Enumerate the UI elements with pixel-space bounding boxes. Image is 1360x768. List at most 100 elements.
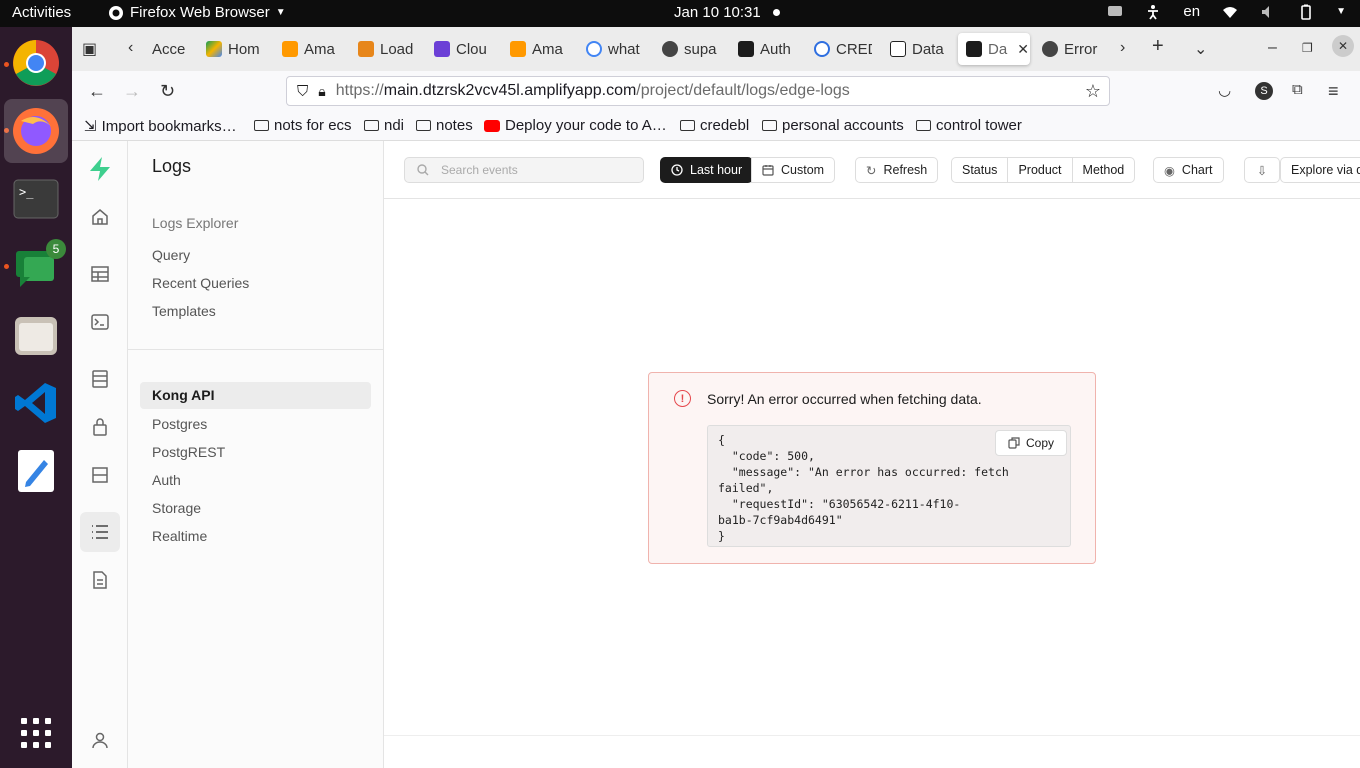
refresh-icon: ↻ bbox=[866, 163, 877, 178]
folder-icon bbox=[762, 120, 777, 131]
browser-tab[interactable]: Clou bbox=[434, 33, 492, 65]
menu-icon[interactable]: ≡ bbox=[1328, 81, 1339, 102]
sidebar-item-query[interactable]: Query bbox=[152, 247, 190, 263]
icon-rail bbox=[72, 141, 128, 768]
extensions-icon[interactable]: ⧉ bbox=[1292, 81, 1303, 98]
clock[interactable]: Jan 10 10:31 bbox=[674, 4, 780, 21]
chrome-launcher[interactable] bbox=[4, 31, 68, 95]
sidebar-item-recent-queries[interactable]: Recent Queries bbox=[152, 275, 249, 291]
filter-status-button[interactable]: Status bbox=[952, 158, 1009, 182]
download-button[interactable]: ⇩ bbox=[1244, 157, 1280, 183]
browser-tab-active[interactable]: Da ✕ bbox=[958, 33, 1030, 65]
maximize-icon[interactable]: ❐ bbox=[1302, 41, 1313, 55]
search-input[interactable]: Search events bbox=[404, 157, 644, 183]
bookmark-folder[interactable]: control tower bbox=[916, 117, 1022, 134]
browser-tab[interactable]: Auth bbox=[738, 33, 796, 65]
bookmark-folder[interactable]: notes bbox=[416, 117, 473, 134]
bookmark-item[interactable]: Deploy your code to A… bbox=[484, 117, 667, 134]
supabase-logo[interactable] bbox=[80, 149, 120, 189]
app-grid-button[interactable] bbox=[4, 701, 68, 765]
auth-nav[interactable] bbox=[80, 407, 120, 447]
minimize-icon[interactable]: – bbox=[1268, 39, 1277, 57]
bookmark-folder[interactable]: ndi bbox=[364, 117, 404, 134]
browser-tab[interactable]: Ama bbox=[282, 33, 340, 65]
bookmark-folder[interactable]: personal accounts bbox=[762, 117, 904, 134]
browser-tab[interactable]: Ama bbox=[510, 33, 568, 65]
new-tab-icon[interactable]: + bbox=[1152, 35, 1164, 58]
close-tab-icon[interactable]: ✕ bbox=[1017, 41, 1029, 58]
files-icon bbox=[15, 317, 57, 355]
browser-tab[interactable]: Hom bbox=[206, 33, 264, 65]
bookmark-folder[interactable]: credebl bbox=[680, 117, 749, 134]
archive-icon bbox=[92, 467, 108, 483]
vscode-launcher[interactable] bbox=[4, 371, 68, 435]
filter-product-button[interactable]: Product bbox=[1008, 158, 1073, 182]
firefox-icon bbox=[109, 5, 123, 20]
text-editor-launcher[interactable] bbox=[4, 439, 68, 503]
sidebar-item-storage[interactable]: Storage bbox=[152, 500, 201, 516]
browser-tab[interactable]: CRED bbox=[814, 33, 872, 65]
bookmark-item[interactable]: ⇲ Import bookmarks… bbox=[84, 117, 237, 136]
youtube-icon bbox=[484, 119, 500, 132]
last-hour-button[interactable]: Last hour bbox=[660, 157, 754, 183]
browser-tab[interactable]: Acce bbox=[152, 33, 196, 65]
sidebar-item-kong-api[interactable]: Kong API bbox=[140, 382, 371, 409]
list-icon bbox=[92, 525, 108, 539]
storage-nav[interactable] bbox=[80, 455, 120, 495]
google-chat-launcher[interactable]: 5 bbox=[4, 235, 68, 299]
firefox-launcher[interactable] bbox=[4, 99, 68, 163]
home-nav[interactable] bbox=[80, 197, 120, 237]
explore-via-query-button[interactable]: Explore via q bbox=[1280, 157, 1360, 183]
browser-tab[interactable]: Load bbox=[358, 33, 416, 65]
cloud-download-icon: ⇩ bbox=[1256, 163, 1268, 178]
system-top-bar: Activities Firefox Web Browser ▼ Jan 10 … bbox=[0, 0, 1360, 27]
sidebar-item-realtime[interactable]: Realtime bbox=[152, 528, 207, 544]
back-icon[interactable]: ← bbox=[88, 81, 106, 102]
account-nav[interactable] bbox=[80, 720, 120, 760]
search-icon bbox=[417, 164, 429, 176]
reload-icon[interactable]: ↻ bbox=[160, 81, 175, 102]
pocket-icon[interactable]: ◡ bbox=[1218, 81, 1231, 99]
logs-nav[interactable] bbox=[80, 512, 120, 552]
terminal-icon: >_ bbox=[13, 179, 59, 219]
aws-icon bbox=[510, 41, 526, 57]
database-nav[interactable] bbox=[80, 359, 120, 399]
scroll-tabs-right-icon[interactable]: › bbox=[1120, 39, 1125, 57]
refresh-button[interactable]: ↻ Refresh bbox=[855, 157, 939, 183]
app-menu[interactable]: Firefox Web Browser ▼ bbox=[108, 4, 286, 21]
language-indicator: en bbox=[1183, 3, 1201, 20]
activities-button[interactable]: Activities bbox=[12, 4, 71, 21]
custom-range-button[interactable]: Custom bbox=[751, 157, 836, 183]
browser-tab[interactable]: supa bbox=[662, 33, 720, 65]
sql-editor-nav[interactable] bbox=[80, 302, 120, 342]
eye-icon: ◉ bbox=[1164, 163, 1175, 178]
list-all-tabs-icon[interactable]: ⌄ bbox=[1194, 39, 1207, 59]
supabase-dashboard: Logs Logs Explorer Query Recent Queries … bbox=[72, 141, 1360, 768]
sidebar-item-templates[interactable]: Templates bbox=[152, 303, 216, 319]
tab-overview-icon[interactable]: ▣ bbox=[82, 39, 97, 59]
table-editor-nav[interactable] bbox=[80, 254, 120, 294]
copy-button[interactable]: Copy bbox=[995, 430, 1067, 456]
account-avatar-icon[interactable]: S bbox=[1255, 82, 1273, 100]
bookmark-folder[interactable]: nots for ecs bbox=[254, 117, 352, 134]
close-window-icon[interactable]: ✕ bbox=[1332, 35, 1354, 57]
filter-method-button[interactable]: Method bbox=[1073, 158, 1135, 182]
sidebar-item-auth[interactable]: Auth bbox=[152, 472, 181, 488]
lock-icon[interactable]: 🔒︎ bbox=[318, 83, 325, 100]
browser-tab[interactable]: Error bbox=[1042, 33, 1098, 65]
terminal-launcher[interactable]: >_ bbox=[4, 167, 68, 231]
bookmark-star-icon[interactable]: ☆ bbox=[1085, 81, 1101, 102]
browser-tab[interactable]: Data bbox=[890, 33, 948, 65]
shield-icon[interactable]: ⛉ bbox=[297, 83, 308, 100]
url-bar[interactable]: ⛉ 🔒︎ https://main.dtzrsk2vcv45l.amplifya… bbox=[286, 76, 1110, 106]
sidebar-item-postgres[interactable]: Postgres bbox=[152, 416, 207, 432]
scroll-tabs-left-icon[interactable]: ‹ bbox=[128, 39, 133, 57]
system-tray[interactable]: en ▼ bbox=[1107, 3, 1346, 20]
files-launcher[interactable] bbox=[4, 303, 68, 367]
docs-nav[interactable] bbox=[80, 560, 120, 600]
sidebar-item-postgrest[interactable]: PostgREST bbox=[152, 444, 225, 460]
browser-tab[interactable]: what bbox=[586, 33, 644, 65]
forward-icon[interactable]: → bbox=[123, 81, 141, 102]
cloud-icon bbox=[434, 41, 450, 57]
chart-toggle-button[interactable]: ◉ Chart bbox=[1153, 157, 1224, 183]
